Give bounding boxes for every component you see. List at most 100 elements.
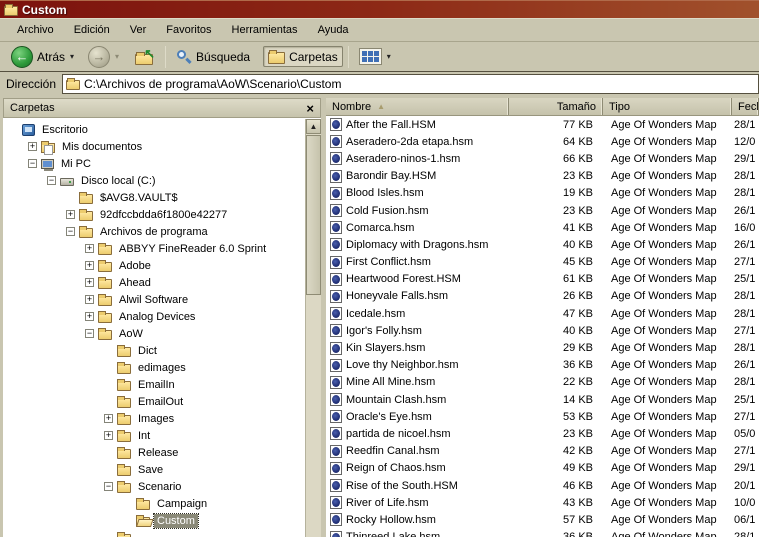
file-row[interactable]: After the Fall.HSM 77 KB Age Of Wonders Ma… [326, 116, 759, 133]
file-row[interactable]: Blood Isles.hsm 19 KB Age Of Wonders Map 28… [326, 185, 759, 202]
file-type-cell: Age Of Wonders Map [611, 496, 717, 509]
column-header-fech[interactable]: Fech [732, 98, 759, 115]
back-button[interactable]: ← Atrás ▾ [6, 43, 79, 71]
tree-item-custom[interactable]: Custom [3, 512, 321, 529]
file-row[interactable]: Icedale.hsm 47 KB Age Of Wonders Map 28/1 [326, 305, 759, 322]
views-dropdown-icon[interactable]: ▾ [387, 52, 391, 61]
tree-item-scenario[interactable]: − Scenario [3, 478, 321, 495]
up-button[interactable]: ↖ [130, 46, 160, 68]
tree-item-adobe[interactable]: + Adobe [3, 257, 321, 274]
file-row[interactable]: partida de nicoel.hsm 23 KB Age Of Wonders… [326, 425, 759, 442]
file-name: River of Life.hsm [346, 496, 429, 509]
tree-item-emailout[interactable]: EmailOut [3, 393, 321, 410]
file-size-cell: 46 KB [563, 479, 593, 492]
plus-expander-icon[interactable]: + [85, 312, 94, 321]
menu-item-ayuda[interactable]: Ayuda [309, 21, 358, 39]
file-row[interactable]: Oracle's Eye.hsm 53 KB Age Of Wonders Map 2… [326, 408, 759, 425]
tree-item-images[interactable]: + Images [3, 410, 321, 427]
tree-item-edimages[interactable]: edimages [3, 359, 321, 376]
minus-expander-icon[interactable]: − [66, 227, 75, 236]
tree-item-analog-devices[interactable]: + Analog Devices [3, 308, 321, 325]
minus-expander-icon[interactable]: − [104, 482, 113, 491]
tree-item-alwil-software[interactable]: + Alwil Software [3, 291, 321, 308]
address-input[interactable]: C:\Archivos de programa\AoW\Scenario\Cus… [62, 74, 759, 94]
file-row[interactable]: Barondir Bay.HSM 23 KB Age Of Wonders Map 2… [326, 168, 759, 185]
tree-item-disco-local-c[interactable]: − Disco local (C:) [3, 172, 321, 189]
scrollbar-thumb[interactable] [306, 135, 321, 295]
plus-expander-icon[interactable]: + [85, 261, 94, 270]
file-row[interactable]: Kin Slayers.hsm 29 KB Age Of Wonders Map 28… [326, 339, 759, 356]
file-row[interactable]: Cold Fusion.hsm 23 KB Age Of Wonders Map 26… [326, 202, 759, 219]
file-row[interactable]: Comarca.hsm 41 KB Age Of Wonders Map 16/0 [326, 219, 759, 236]
file-type-cell: Age Of Wonders Map [611, 152, 717, 165]
tree-item-avg8-vault[interactable]: $AVG8.VAULT$ [3, 189, 321, 206]
tree-item-92dfccbdda6f1800e42277[interactable]: +92dfccbdda6f1800e42277 [3, 206, 321, 223]
file-row[interactable]: Heartwood Forest.HSM 61 KB Age Of Wonders … [326, 271, 759, 288]
file-row[interactable]: Mountain Clash.hsm 14 KB Age Of Wonders Ma… [326, 391, 759, 408]
file-row[interactable]: Igor's Folly.hsm 40 KB Age Of Wonders Map 2… [326, 322, 759, 339]
back-dropdown-icon[interactable]: ▾ [70, 52, 74, 61]
tree-item-partial[interactable] [3, 529, 321, 537]
views-button[interactable]: ▾ [354, 45, 396, 68]
file-row[interactable]: Rocky Hollow.hsm 57 KB Age Of Wonders Map 0… [326, 511, 759, 528]
file-row[interactable]: Aseradero-ninos-1.hsm 66 KB Age Of Wonders… [326, 150, 759, 167]
plus-expander-icon[interactable]: + [66, 210, 75, 219]
plus-expander-icon[interactable]: + [104, 431, 113, 440]
tree-item-abbyy-finereader-6-0-sprint[interactable]: + ABBYY FineReader 6.0 Sprint [3, 240, 321, 257]
tree-item-emailin[interactable]: EmailIn [3, 376, 321, 393]
search-button[interactable]: Búsqueda [171, 46, 255, 68]
file-row[interactable]: Aseradero-2da etapa.hsm 64 KB Age Of Wonde… [326, 133, 759, 150]
toolbar-separator [165, 45, 167, 68]
column-header-tipo[interactable]: Tipo [603, 98, 732, 115]
plus-expander-icon[interactable]: + [104, 414, 113, 423]
tree-item-release[interactable]: Release [3, 444, 321, 461]
tree-item-aow[interactable]: − AoW [3, 325, 321, 342]
file-row[interactable]: Reign of Chaos.hsm 49 KB Age Of Wonders Ma… [326, 460, 759, 477]
plus-expander-icon[interactable]: + [85, 278, 94, 287]
file-name-cell: Comarca.hsm [326, 221, 509, 235]
menu-item-edici-n[interactable]: Edición [65, 21, 119, 39]
column-header-nombre[interactable]: Nombre ▲ [326, 98, 509, 115]
tree-item-int[interactable]: + Int [3, 427, 321, 444]
menu-item-archivo[interactable]: Archivo [8, 21, 63, 39]
file-name-cell: Reedfin Canal.hsm [326, 444, 509, 458]
tree-item-escritorio[interactable]: Escritorio [3, 121, 321, 138]
plus-expander-icon[interactable]: + [85, 295, 94, 304]
plus-expander-icon[interactable]: + [85, 244, 94, 253]
tree-item-save[interactable]: Save [3, 461, 321, 478]
scroll-up-icon[interactable]: ▲ [306, 119, 321, 134]
minus-expander-icon[interactable]: − [47, 176, 56, 185]
tree-item-archivos-de-programa[interactable]: − Archivos de programa [3, 223, 321, 240]
file-row[interactable]: Honeyvale Falls.hsm 26 KB Age Of Wonders M… [326, 288, 759, 305]
file-row[interactable]: River of Life.hsm 43 KB Age Of Wonders Map… [326, 494, 759, 511]
file-row[interactable]: Diplomacy with Dragons.hsm 40 KB Age Of Wo… [326, 236, 759, 253]
column-header-tama-o[interactable]: Tamaño [509, 98, 603, 115]
file-row[interactable]: Mine All Mine.hsm 22 KB Age Of Wonders Map… [326, 374, 759, 391]
tree-item-ahead[interactable]: + Ahead [3, 274, 321, 291]
folders-button[interactable]: Carpetas [263, 46, 343, 67]
file-date-cell: 27/1 [734, 256, 756, 269]
file-size-cell: 49 KB [563, 462, 593, 475]
menu-item-ver[interactable]: Ver [121, 21, 156, 39]
aow-map-file-icon [330, 118, 342, 132]
close-icon[interactable]: × [306, 102, 314, 115]
column-header-label: Tipo [609, 100, 630, 113]
file-row[interactable]: Love thy Neighbor.hsm 36 KB Age Of Wonders… [326, 357, 759, 374]
tree-item-label: Escritorio [42, 123, 88, 136]
menu-item-favoritos[interactable]: Favoritos [157, 21, 220, 39]
file-row[interactable]: Reedfin Canal.hsm 42 KB Age Of Wonders Map… [326, 443, 759, 460]
forward-dropdown-icon[interactable]: ▾ [115, 52, 119, 61]
menu-item-herramientas[interactable]: Herramientas [223, 21, 307, 39]
forward-button[interactable]: → ▾ [83, 43, 124, 71]
tree-scrollbar[interactable]: ▲ [305, 119, 321, 537]
tree-item-mi-pc[interactable]: − Mi PC [3, 155, 321, 172]
tree-item-dict[interactable]: Dict [3, 342, 321, 359]
minus-expander-icon[interactable]: − [85, 329, 94, 338]
file-row[interactable]: First Conflict.hsm 45 KB Age Of Wonders Ma… [326, 254, 759, 271]
plus-expander-icon[interactable]: + [28, 142, 37, 151]
tree-item-mis-documentos[interactable]: + Mis documentos [3, 138, 321, 155]
tree-item-campaign[interactable]: Campaign [3, 495, 321, 512]
minus-expander-icon[interactable]: − [28, 159, 37, 168]
file-row[interactable]: Rise of the South.HSM 46 KB Age Of Wonders… [326, 477, 759, 494]
file-row[interactable]: Thinreed Lake.hsm 36 KBAge Of Wonders Map… [326, 529, 759, 537]
